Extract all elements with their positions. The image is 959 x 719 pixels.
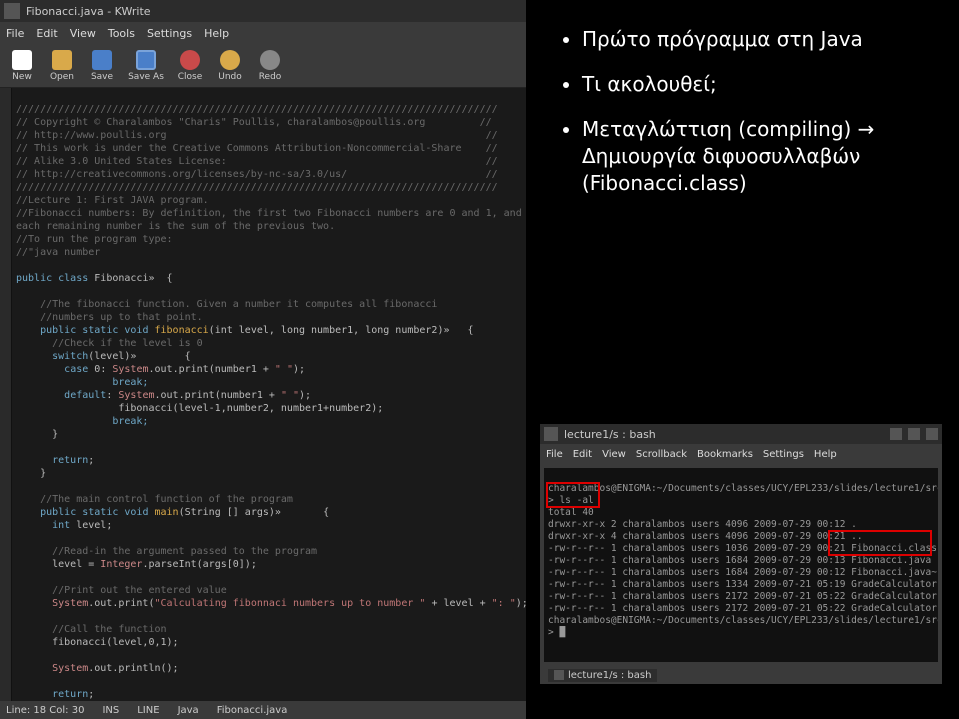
redo-icon [260,50,280,70]
toolbar-saveas[interactable]: Save As [124,46,168,86]
editor-menubar: File Edit View Tools Settings Help [0,22,526,44]
terminal-titlebar[interactable]: lecture1/s : bash [540,424,942,444]
terminal-icon [544,427,558,441]
term-menu-edit[interactable]: Edit [573,449,592,460]
app-icon [4,3,20,19]
terminal-menubar: File Edit View Scrollback Bookmarks Sett… [540,444,942,464]
undo-icon [220,50,240,70]
status-file: Fibonacci.java [217,705,288,716]
saveas-icon [136,50,156,70]
term-menu-bookmarks[interactable]: Bookmarks [697,449,753,460]
window-min-icon[interactable] [890,428,902,440]
tab-icon [554,670,564,680]
editor-toolbar: New Open Save Save As Close Undo Redo [0,44,526,88]
window-close-icon[interactable] [926,428,938,440]
menu-file[interactable]: File [6,27,24,40]
toolbar-open[interactable]: Open [44,46,80,86]
menu-view[interactable]: View [70,27,96,40]
gutter [0,88,12,701]
terminal-tab[interactable]: lecture1/s : bash [548,669,657,682]
status-ins: INS [102,705,119,716]
term-menu-file[interactable]: File [546,449,563,460]
term-menu-help[interactable]: Help [814,449,837,460]
open-icon [52,50,72,70]
bullet-3: Μεταγλώττιση (compiling) → Δημιουργία δι… [582,116,940,197]
toolbar-new[interactable]: New [4,46,40,86]
save-icon [92,50,112,70]
status-linecol: Line: 18 Col: 30 [6,705,84,716]
status-linemode: LINE [137,705,159,716]
term-menu-scrollback[interactable]: Scrollback [636,449,687,460]
editor-titlebar[interactable]: Fibonacci.java - KWrite [0,0,526,22]
code-content[interactable]: ////////////////////////////////////////… [12,88,526,701]
term-menu-view[interactable]: View [602,449,626,460]
bullet-2: Τι ακολουθεί; [582,71,940,98]
bullet-1: Πρώτο πρόγραμμα στη Java [582,26,940,53]
terminal-tabbar: lecture1/s : bash [540,666,942,684]
menu-help[interactable]: Help [204,27,229,40]
status-lang: Java [178,705,199,716]
window-max-icon[interactable] [908,428,920,440]
toolbar-close[interactable]: Close [172,46,208,86]
editor-statusbar: Line: 18 Col: 30 INS LINE Java Fibonacci… [0,701,526,719]
close-icon [180,50,200,70]
slide-bullets: Πρώτο πρόγραμμα στη Java Τι ακολουθεί; Μ… [560,26,940,215]
new-icon [12,50,32,70]
menu-tools[interactable]: Tools [108,27,135,40]
toolbar-redo[interactable]: Redo [252,46,288,86]
terminal-body[interactable]: charalambos@ENIGMA:~/Documents/classes/U… [544,468,938,662]
code-editor[interactable]: ////////////////////////////////////////… [0,88,526,701]
terminal-title: lecture1/s : bash [564,428,656,441]
term-menu-settings[interactable]: Settings [763,449,804,460]
toolbar-save[interactable]: Save [84,46,120,86]
toolbar-undo[interactable]: Undo [212,46,248,86]
menu-edit[interactable]: Edit [36,27,57,40]
menu-settings[interactable]: Settings [147,27,192,40]
editor-window: Fibonacci.java - KWrite File Edit View T… [0,0,526,719]
terminal-window: lecture1/s : bash File Edit View Scrollb… [540,424,942,684]
editor-title: Fibonacci.java - KWrite [26,5,151,18]
